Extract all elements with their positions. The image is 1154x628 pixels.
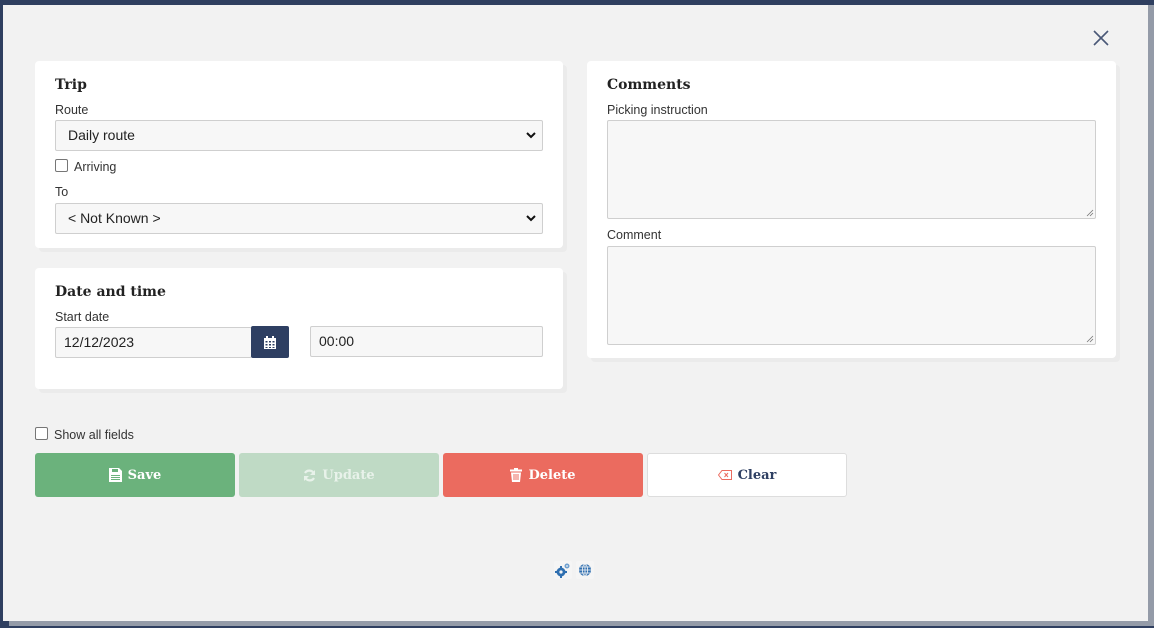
clear-button[interactable]: Clear — [647, 453, 847, 497]
resize-grip-icon[interactable] — [1086, 209, 1094, 217]
arriving-checkbox[interactable] — [55, 159, 68, 172]
to-label: To — [55, 185, 69, 199]
close-button[interactable] — [1090, 27, 1112, 49]
start-date-label: Start date — [55, 310, 110, 324]
route-label: Route — [55, 103, 89, 117]
backspace-icon — [717, 470, 732, 480]
backdrop-bottom — [9, 621, 1154, 626]
delete-button[interactable]: Delete — [443, 453, 643, 497]
update-label: Update — [322, 467, 375, 483]
calendar-button[interactable] — [251, 326, 289, 358]
start-time-input[interactable]: 00:00 — [310, 326, 543, 357]
delete-label: Delete — [528, 467, 576, 483]
show-all-fields-label: Show all fields — [54, 428, 134, 442]
save-button[interactable]: Save — [35, 453, 235, 497]
comment-textarea[interactable] — [607, 246, 1096, 345]
route-value: Daily route — [68, 127, 135, 143]
datetime-title: Date and time — [55, 284, 166, 300]
show-all-fields-checkbox[interactable] — [35, 427, 48, 440]
calendar-icon — [264, 335, 276, 349]
clear-label: Clear — [737, 467, 777, 483]
trip-dialog: Trip Route Daily route Arriving To < Not… — [3, 5, 1148, 621]
comments-title: Comments — [607, 77, 691, 93]
trash-icon — [510, 468, 523, 482]
settings-button[interactable] — [554, 561, 572, 579]
settings-gears-icon — [555, 563, 570, 578]
start-time-value: 00:00 — [319, 333, 355, 349]
to-select[interactable]: < Not Known > — [55, 203, 543, 234]
close-icon — [1093, 30, 1109, 46]
chevron-down-icon — [526, 132, 536, 139]
language-button[interactable] — [576, 561, 594, 579]
arriving-label: Arriving — [74, 160, 117, 174]
trip-title: Trip — [55, 77, 87, 93]
backdrop-right — [1148, 5, 1154, 626]
picking-instruction-textarea[interactable] — [607, 120, 1096, 219]
comment-label: Comment — [607, 228, 662, 242]
start-date-value: 12/12/2023 — [64, 334, 135, 350]
start-date-input[interactable]: 12/12/2023 — [55, 327, 252, 358]
globe-icon — [579, 563, 591, 577]
route-select[interactable]: Daily route — [55, 120, 543, 151]
resize-grip-icon[interactable] — [1086, 335, 1094, 343]
picking-instruction-label: Picking instruction — [607, 103, 708, 117]
comments-card: Comments Picking instruction Comment — [587, 61, 1116, 358]
save-icon — [108, 468, 122, 482]
datetime-card: Date and time Start date 12/12/2023 00:0… — [35, 268, 563, 389]
to-value: < Not Known > — [68, 210, 161, 226]
update-button[interactable]: Update — [239, 453, 439, 497]
trip-card: Trip Route Daily route Arriving To < Not… — [35, 61, 563, 248]
chevron-down-icon — [526, 215, 536, 222]
save-label: Save — [127, 467, 162, 483]
refresh-icon — [304, 469, 316, 481]
